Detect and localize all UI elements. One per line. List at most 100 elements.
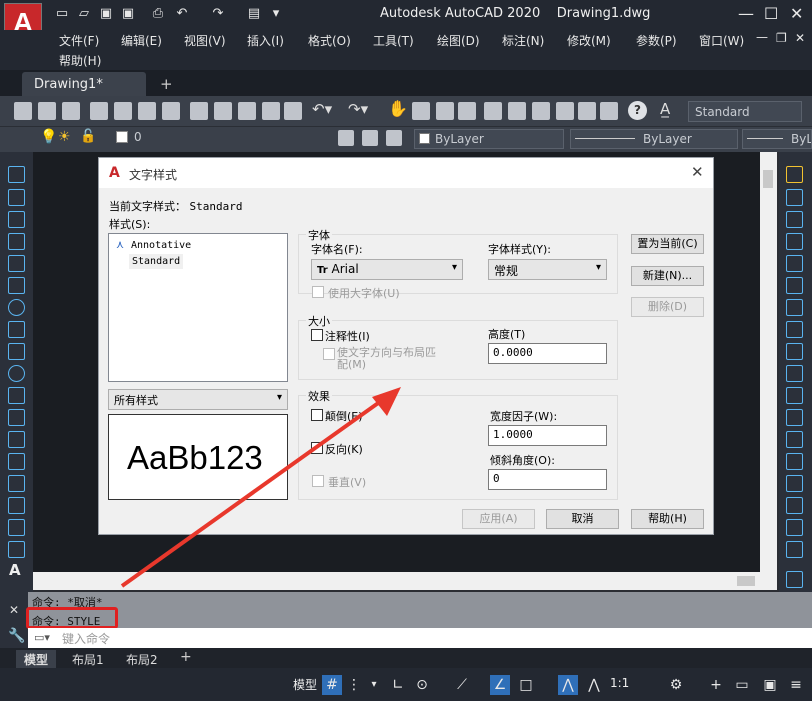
- menu-file[interactable]: 文件(F): [59, 32, 99, 49]
- layer-lock-icon[interactable]: 🔓: [80, 129, 96, 144]
- tb-save-icon[interactable]: [62, 102, 80, 120]
- isodraft-icon[interactable]: ⟋: [452, 675, 472, 695]
- tab-layout2[interactable]: 布局2: [118, 650, 166, 668]
- cancel-button[interactable]: 取消: [546, 509, 619, 529]
- undo-icon[interactable]: ↶: [174, 6, 190, 22]
- tb-textstyle-icon[interactable]: A̲: [660, 100, 670, 118]
- add-layout-icon[interactable]: +: [180, 649, 192, 665]
- rotate-icon[interactable]: [786, 299, 803, 316]
- hatch-icon[interactable]: [8, 475, 25, 492]
- move-icon[interactable]: [786, 277, 803, 294]
- region-icon[interactable]: [8, 519, 25, 536]
- layer-previous-icon[interactable]: [386, 130, 402, 146]
- menu-help[interactable]: 帮助(H): [59, 52, 101, 69]
- qa-dropdown-icon[interactable]: ▾: [268, 6, 284, 22]
- chamfer-icon[interactable]: [786, 475, 803, 492]
- fullscreen-icon[interactable]: ▣: [760, 675, 780, 695]
- menu-tools[interactable]: 工具(T): [373, 32, 414, 49]
- upside-down-checkbox[interactable]: [311, 409, 323, 421]
- doc-close-icon[interactable]: ✕: [795, 31, 805, 45]
- revcloud-icon[interactable]: [8, 321, 25, 338]
- polar-icon[interactable]: ⊙: [412, 675, 432, 695]
- menu-modify[interactable]: 修改(M): [567, 32, 611, 49]
- construction-line-icon[interactable]: [8, 189, 25, 206]
- redo-icon[interactable]: ↷: [210, 6, 226, 22]
- menu-edit[interactable]: 编辑(E): [121, 32, 162, 49]
- new-tab-icon[interactable]: +: [160, 75, 173, 93]
- new-file-icon[interactable]: ▭: [54, 6, 70, 22]
- linetype-select[interactable]: ByLayer: [570, 129, 738, 149]
- vscroll-thumb[interactable]: [763, 170, 773, 188]
- minimize-icon[interactable]: —: [738, 4, 754, 23]
- tb-plot-icon[interactable]: [138, 102, 156, 120]
- mirror-icon[interactable]: [786, 211, 803, 228]
- annotation-scale[interactable]: 1:1: [610, 676, 629, 690]
- workspace-gear-icon[interactable]: ⚙: [666, 675, 686, 695]
- break-icon[interactable]: [786, 431, 803, 448]
- tb-designcenter-icon[interactable]: [508, 102, 526, 120]
- style-item[interactable]: Annotative: [131, 240, 191, 251]
- command-close-icon[interactable]: ✕: [9, 603, 19, 617]
- status-menu-icon[interactable]: ≡: [786, 675, 806, 695]
- command-prompt-icon[interactable]: ▭▾: [34, 631, 50, 644]
- doc-minimize-icon[interactable]: —: [756, 30, 768, 44]
- width-factor-input[interactable]: 1.0000: [488, 425, 607, 446]
- tb-undo-icon[interactable]: ↶▾: [312, 100, 332, 118]
- menu-dimension[interactable]: 标注(N): [502, 32, 544, 49]
- tb-print-icon[interactable]: [90, 102, 108, 120]
- delete-style-button[interactable]: 删除(D): [631, 297, 704, 317]
- oblique-input[interactable]: 0: [488, 469, 607, 490]
- print-icon[interactable]: ⎙: [150, 6, 166, 22]
- layer-properties-icon[interactable]: [338, 130, 354, 146]
- erase-icon[interactable]: [786, 166, 803, 183]
- new-style-button[interactable]: 新建(N)...: [631, 266, 704, 286]
- tb-open-icon[interactable]: [38, 102, 56, 120]
- help-button[interactable]: 帮助(H): [631, 509, 704, 529]
- auto-scale-icon[interactable]: ⋀: [584, 675, 604, 695]
- array-icon[interactable]: [786, 255, 803, 272]
- isolate-icon[interactable]: ▭: [732, 675, 752, 695]
- ellipse-arc-icon[interactable]: [8, 387, 25, 404]
- ellipse-icon[interactable]: [8, 365, 25, 382]
- blend-icon[interactable]: [786, 519, 803, 536]
- status-model[interactable]: 模型: [293, 676, 317, 693]
- command-input[interactable]: 键入命令: [28, 628, 812, 648]
- tb-match-icon[interactable]: [262, 102, 280, 120]
- tb-markup-icon[interactable]: [578, 102, 596, 120]
- copy-object-icon[interactable]: [786, 189, 803, 206]
- ortho-icon[interactable]: ∟: [388, 675, 408, 695]
- layer-freeze-icon[interactable]: ☀: [58, 129, 71, 145]
- tb-help-icon[interactable]: ?: [628, 101, 647, 120]
- tb-properties-icon[interactable]: [484, 102, 502, 120]
- set-current-button[interactable]: 置为当前(C): [631, 234, 704, 254]
- workspace-icon[interactable]: ▤: [246, 6, 262, 22]
- line-icon[interactable]: [8, 166, 25, 183]
- annotation-visibility-icon[interactable]: ⋀: [558, 675, 578, 695]
- tb-cut-icon[interactable]: [190, 102, 208, 120]
- menu-draw[interactable]: 绘图(D): [437, 32, 480, 49]
- circle-icon[interactable]: [8, 299, 25, 316]
- customize-icon[interactable]: 🔧: [8, 628, 25, 644]
- text-style-select[interactable]: Standard: [688, 101, 802, 122]
- offset-icon[interactable]: [786, 233, 803, 250]
- open-file-icon[interactable]: ▱: [76, 6, 92, 22]
- horizontal-scrollbar[interactable]: [33, 572, 777, 590]
- point-icon[interactable]: [8, 453, 25, 470]
- tb-new-icon[interactable]: [14, 102, 32, 120]
- layer-select[interactable]: 0: [130, 129, 330, 148]
- tb-redo-icon[interactable]: ↷▾: [348, 100, 368, 118]
- explode-icon[interactable]: [786, 541, 803, 558]
- backwards-checkbox[interactable]: [311, 442, 323, 454]
- gradient-icon[interactable]: [8, 497, 25, 514]
- mtext-icon[interactable]: A: [9, 561, 21, 579]
- otrack-icon[interactable]: □: [516, 675, 536, 695]
- apply-button[interactable]: 应用(A): [462, 509, 535, 529]
- scale-icon[interactable]: [786, 321, 803, 338]
- close-icon[interactable]: ✕: [790, 4, 803, 23]
- spline-icon[interactable]: [8, 343, 25, 360]
- tab-layout1[interactable]: 布局1: [64, 650, 112, 668]
- tb-calc-icon[interactable]: [600, 102, 618, 120]
- lineweight-select[interactable]: ByLa: [742, 129, 812, 149]
- dialog-close-icon[interactable]: ✕: [691, 163, 704, 181]
- layer-make-current-icon[interactable]: [362, 130, 378, 146]
